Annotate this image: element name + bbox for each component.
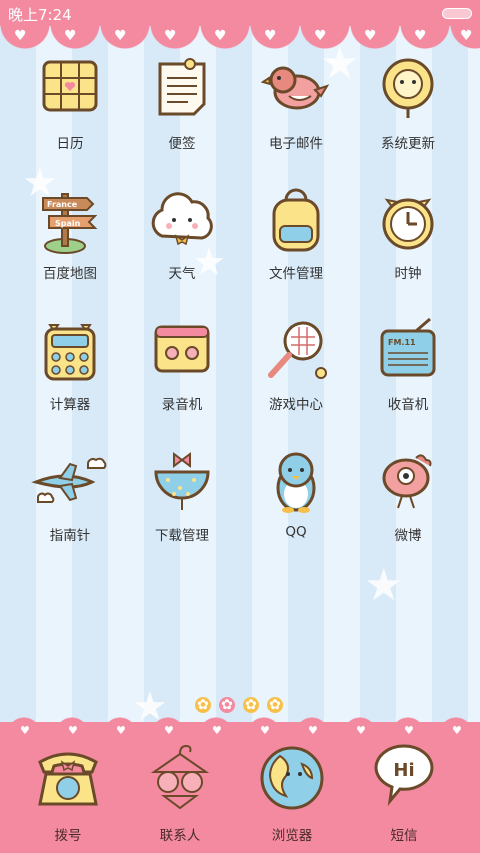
battery-icon (442, 8, 472, 19)
app-weather[interactable]: 天气 (126, 180, 238, 300)
dock-hearts-decoration: ♥ ♥ ♥ ♥ ♥ ♥ ♥ ♥ ♥ ♥ (20, 724, 462, 737)
dock-dialer[interactable]: 拨号 (12, 738, 124, 848)
app-label: 微博 (394, 528, 422, 544)
app-label: 电子邮件 (269, 136, 323, 152)
app-label: 录音机 (161, 397, 203, 413)
notepad-icon (158, 58, 206, 116)
cloud-icon (151, 192, 213, 246)
telephone-icon (38, 752, 98, 806)
app-label: 便签 (168, 136, 196, 152)
dock-contacts[interactable]: 联系人 (124, 738, 236, 848)
penguin-icon (276, 452, 316, 513)
app-weibo[interactable]: 微博 (352, 442, 464, 562)
status-time: 晚上7:24 (8, 6, 72, 24)
app-notepad[interactable]: 便签 (126, 50, 238, 170)
star-decoration: ★ (364, 560, 404, 611)
dock: ♥ ♥ ♥ ♥ ♥ ♥ ♥ ♥ ♥ ♥ 拨号 联系人 浏览器 Hi 短信 (0, 710, 480, 853)
dock-browser[interactable]: 浏览器 (236, 738, 348, 848)
sms-bubble-text: Hi (393, 760, 414, 781)
app-label: 计算器 (49, 397, 91, 413)
signpost-icon: France Spain (42, 193, 98, 254)
clock-icon (382, 198, 434, 250)
app-system-update[interactable]: 系统更新 (352, 50, 464, 170)
airplane-icon (31, 457, 107, 503)
hanger-icon (150, 744, 210, 810)
app-label: 天气 (168, 266, 196, 282)
app-clock[interactable]: 时钟 (352, 180, 464, 300)
app-download-manager[interactable]: 下载管理 (126, 442, 238, 562)
globe-icon (260, 746, 324, 810)
racket-icon (268, 321, 327, 379)
app-file-manager[interactable]: 文件管理 (240, 180, 352, 300)
dock-label: 拨号 (54, 828, 82, 844)
eye-bird-icon (382, 454, 432, 509)
calendar-icon (42, 60, 98, 112)
app-compass[interactable]: 指南针 (14, 442, 126, 562)
app-label: 游戏中心 (269, 397, 323, 413)
dock-sms[interactable]: Hi 短信 (348, 738, 460, 848)
signpost-bottom-text: Spain (55, 219, 81, 228)
bird-icon (261, 66, 330, 110)
balloon-icon (154, 452, 210, 510)
app-calendar[interactable]: 日历 (14, 50, 126, 170)
app-calculator[interactable]: 计算器 (14, 311, 126, 431)
app-label: 百度地图 (43, 266, 97, 282)
top-hearts-decoration: ♥ ♥ ♥ ♥ ♥ ♥ ♥ ♥ ♥ ♥ (14, 28, 473, 44)
dock-label: 联系人 (159, 828, 201, 844)
app-email[interactable]: 电子邮件 (240, 50, 352, 170)
app-radio[interactable]: FM.11 收音机 (352, 311, 464, 431)
signpost-top-text: France (47, 200, 78, 209)
radio-icon: FM.11 (380, 317, 436, 377)
speech-bubble-icon: Hi (374, 744, 434, 807)
app-label: 收音机 (387, 397, 429, 413)
app-label: 日历 (56, 136, 84, 152)
lollipop-icon (382, 58, 434, 118)
app-label: 文件管理 (269, 266, 323, 282)
app-label: QQ (285, 524, 307, 540)
app-label: 下载管理 (155, 528, 209, 544)
calculator-icon (44, 324, 96, 381)
status-bar: 晚上7:24 (0, 0, 480, 26)
app-recorder[interactable]: 录音机 (126, 311, 238, 431)
cassette-icon (154, 325, 210, 373)
dock-label: 短信 (390, 828, 418, 844)
app-baidu-map[interactable]: France Spain 百度地图 (14, 180, 126, 300)
dock-label: 浏览器 (271, 828, 313, 844)
app-label: 时钟 (394, 266, 422, 282)
app-label: 指南针 (49, 528, 91, 544)
app-qq[interactable]: QQ (240, 442, 352, 562)
app-game-center[interactable]: 游戏中心 (240, 311, 352, 431)
backpack-icon (272, 188, 320, 252)
radio-display-text: FM.11 (388, 338, 416, 347)
app-label: 系统更新 (381, 136, 435, 152)
